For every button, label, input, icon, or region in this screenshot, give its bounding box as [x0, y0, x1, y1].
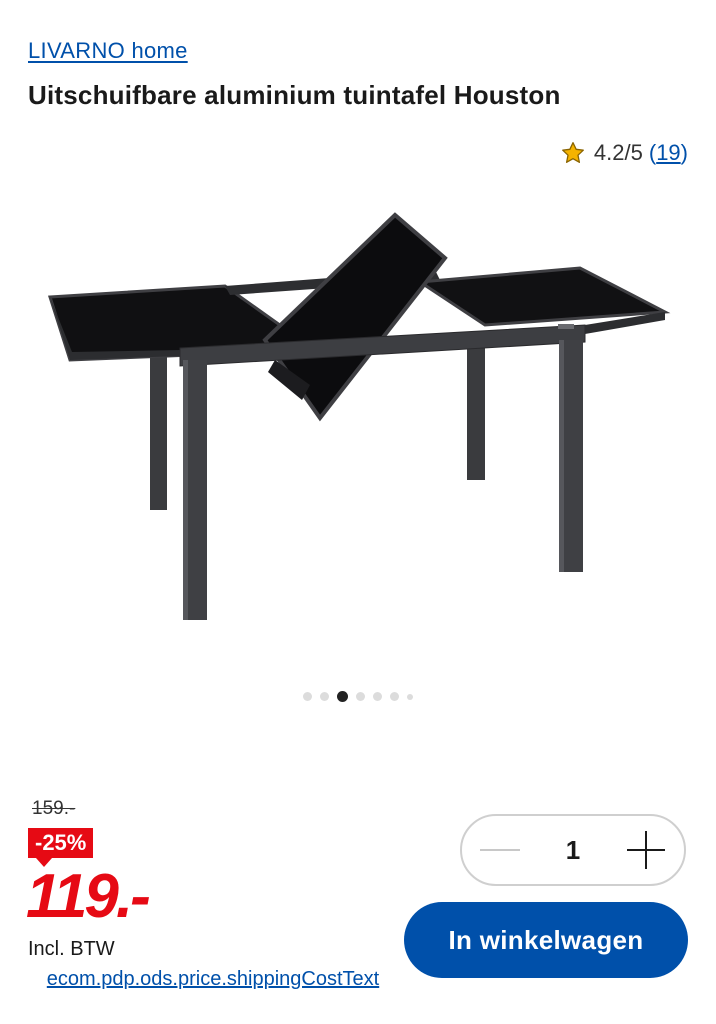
carousel-dot[interactable] — [407, 693, 413, 700]
quantity-stepper: 1 — [460, 814, 686, 886]
rating: 4.2/5 (19) — [560, 140, 688, 166]
add-to-cart-button[interactable]: In winkelwagen — [404, 902, 688, 978]
decrease-quantity-button[interactable] — [478, 828, 522, 872]
carousel-dot[interactable] — [320, 692, 329, 701]
product-image[interactable] — [40, 200, 676, 640]
rating-count-close: ) — [680, 140, 688, 165]
carousel-dot-active[interactable] — [337, 691, 348, 702]
shipping-cost-link[interactable]: ecom.pdp.ods.price.shippingCostText — [28, 966, 398, 992]
discount-badge: -25% — [28, 828, 94, 867]
carousel-dot[interactable] — [303, 692, 312, 701]
quantity-value[interactable]: 1 — [566, 835, 580, 866]
carousel-indicator — [0, 691, 716, 702]
old-price: 159.- — [32, 798, 76, 819]
rating-score: 4.2/5 — [593, 140, 643, 165]
brand-link[interactable]: LIVARNO home — [28, 38, 188, 64]
product-title: Uitschuifbare aluminium tuintafel Housto… — [28, 80, 561, 110]
star-icon — [561, 142, 584, 163]
tax-note: Incl. BTW — [28, 938, 115, 960]
plus-icon — [627, 831, 665, 869]
carousel-dot[interactable] — [390, 692, 399, 701]
carousel-dot[interactable] — [373, 692, 382, 701]
rating-count-open: ( — [648, 140, 657, 165]
minus-icon — [480, 849, 520, 851]
rating-count-link[interactable]: 19 — [656, 140, 680, 166]
increase-quantity-button[interactable] — [624, 828, 668, 872]
carousel-dot[interactable] — [356, 692, 365, 701]
current-price: 119.- — [26, 862, 151, 931]
